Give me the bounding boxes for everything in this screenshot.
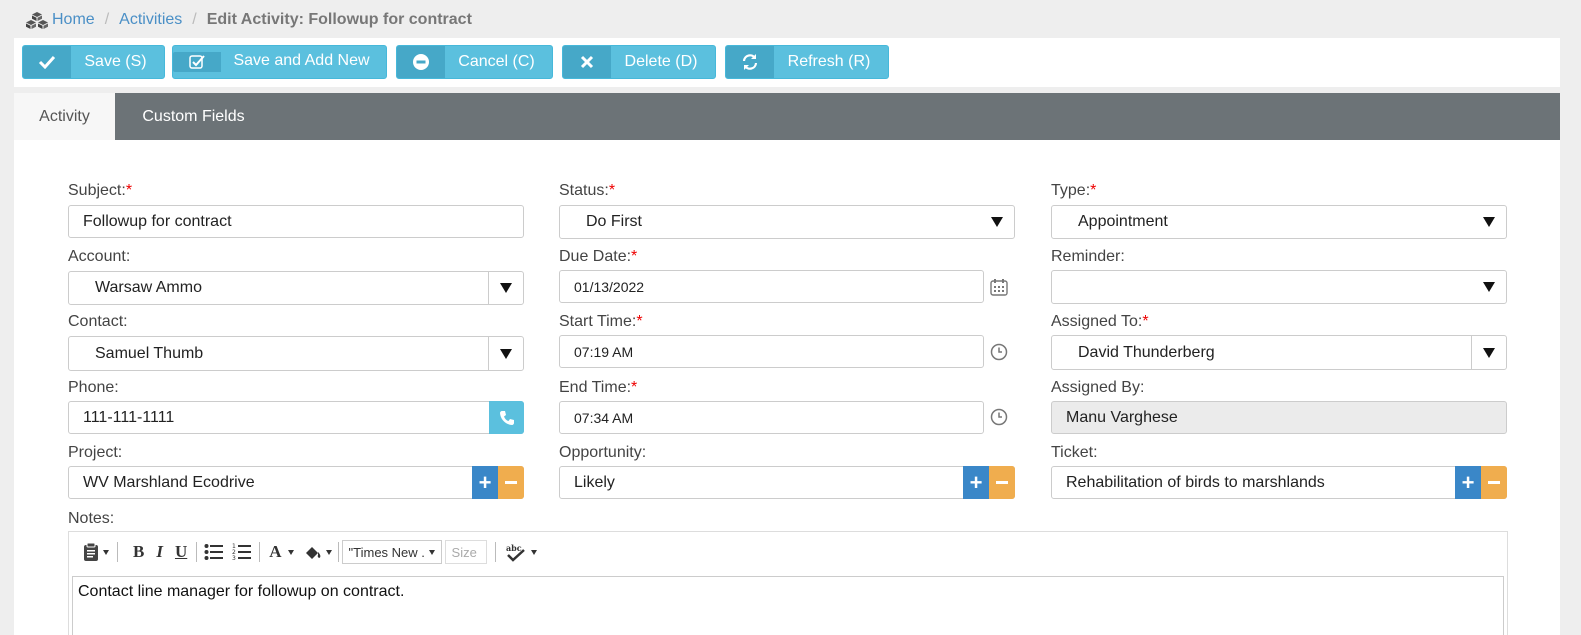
assigned-by-label: Assigned By:	[1051, 379, 1145, 396]
bullet-list-icon[interactable]	[204, 543, 224, 561]
contact-label: Contact:	[68, 313, 128, 330]
check-icon	[23, 46, 71, 78]
close-icon	[563, 46, 611, 78]
breadcrumb-separator: /	[192, 11, 197, 28]
chevron-down-icon[interactable]	[488, 272, 523, 304]
account-select[interactable]: Warsaw Ammo	[68, 271, 524, 305]
spellcheck-icon[interactable]: abc	[505, 542, 527, 562]
underline-button[interactable]: U	[175, 542, 187, 562]
breadcrumb: Home / Activities / Edit Activity: Follo…	[26, 8, 472, 32]
minus-circle-icon	[397, 46, 445, 78]
bold-button[interactable]: B	[133, 542, 144, 562]
clock-icon[interactable]	[990, 343, 1008, 361]
chevron-down-icon[interactable]	[287, 549, 294, 555]
numbered-list-icon[interactable]: 1 2 3	[232, 542, 252, 562]
chevron-down-icon[interactable]	[980, 206, 1014, 238]
account-label: Account:	[68, 248, 131, 265]
tab-custom-fields[interactable]: Custom Fields	[115, 93, 272, 140]
start-time-label: Start Time:*	[559, 313, 643, 330]
type-label: Type:*	[1051, 182, 1097, 199]
end-time-input[interactable]: 07:34 AM	[559, 401, 984, 434]
add-project-button[interactable]: +	[472, 466, 498, 499]
tab-bar: Activity Custom Fields	[14, 93, 1560, 140]
svg-text:3: 3	[232, 555, 236, 562]
due-date-label: Due Date:*	[559, 248, 638, 265]
project-label: Project:	[68, 444, 123, 461]
add-opportunity-button[interactable]: +	[963, 466, 989, 499]
refresh-icon	[726, 46, 774, 78]
tab-activity[interactable]: Activity	[14, 93, 115, 140]
breadcrumb-activities-link[interactable]: Activities	[119, 11, 182, 29]
chevron-down-icon[interactable]	[1471, 336, 1506, 369]
due-date-input[interactable]: 01/13/2022	[559, 270, 984, 303]
chevron-down-icon[interactable]	[325, 549, 332, 555]
breadcrumb-separator: /	[104, 11, 110, 28]
chevron-down-icon[interactable]	[1472, 206, 1506, 238]
calendar-icon[interactable]	[990, 278, 1008, 296]
notes-label: Notes:	[68, 510, 115, 527]
reminder-select[interactable]	[1051, 270, 1507, 304]
checkbox-check-icon	[173, 52, 221, 72]
action-toolbar: Save (S) Save and Add New Cancel (C) Del…	[14, 38, 1560, 87]
opportunity-label: Opportunity:	[559, 444, 647, 461]
subject-input[interactable]: Followup for contract	[68, 205, 524, 238]
ticket-label: Ticket:	[1051, 444, 1098, 461]
highlight-icon[interactable]	[304, 544, 322, 560]
subject-label: Subject:*	[68, 182, 133, 199]
page-title: Edit Activity: Followup for contract	[206, 11, 472, 28]
breadcrumb-home-link[interactable]: Home	[52, 11, 95, 29]
italic-button[interactable]: I	[156, 542, 163, 562]
reminder-label: Reminder:	[1051, 248, 1125, 265]
clipboard-icon[interactable]	[83, 542, 99, 562]
opportunity-input[interactable]: Likely +	[559, 466, 1015, 499]
add-ticket-button[interactable]: +	[1455, 466, 1481, 499]
cubes-icon	[26, 12, 48, 29]
assigned-to-select[interactable]: David Thunderberg	[1051, 335, 1507, 370]
font-color-button[interactable]: A	[269, 542, 281, 562]
notes-editor: B I U 1 2 3 A "Times New ... Size abc Co…	[68, 531, 1508, 635]
save-and-add-new-button[interactable]: Save and Add New	[172, 45, 387, 79]
phone-call-button[interactable]	[489, 401, 524, 434]
font-name-select[interactable]: "Times New ...	[341, 540, 442, 564]
end-time-label: End Time:*	[559, 379, 638, 396]
project-input[interactable]: WV Marshland Ecodrive +	[68, 466, 524, 499]
remove-ticket-button[interactable]	[1481, 466, 1507, 499]
editor-toolbar: B I U 1 2 3 A "Times New ... Size abc	[69, 532, 1507, 572]
cancel-button[interactable]: Cancel (C)	[396, 45, 553, 79]
contact-select[interactable]: Samuel Thumb	[68, 336, 524, 371]
remove-project-button[interactable]	[498, 466, 524, 499]
chevron-down-icon[interactable]	[103, 549, 109, 555]
remove-opportunity-button[interactable]	[989, 466, 1015, 499]
refresh-button[interactable]: Refresh (R)	[725, 45, 889, 79]
start-time-input[interactable]: 07:19 AM	[559, 335, 984, 368]
phone-label: Phone:	[68, 379, 119, 396]
phone-input[interactable]: 111-111-1111	[68, 401, 524, 434]
chevron-down-icon[interactable]	[530, 549, 537, 555]
phone-icon	[499, 410, 514, 425]
status-select[interactable]: Do First	[559, 205, 1015, 239]
ticket-input[interactable]: Rehabilitation of birds to marshlands +	[1051, 466, 1507, 499]
font-size-select[interactable]: Size	[444, 540, 487, 564]
svg-text:abc: abc	[506, 543, 522, 553]
status-label: Status:*	[559, 182, 616, 199]
type-select[interactable]: Appointment	[1051, 205, 1507, 239]
assigned-by-field: Manu Varghese	[1051, 401, 1507, 434]
chevron-down-icon[interactable]	[1472, 271, 1506, 303]
assigned-to-label: Assigned To:*	[1051, 313, 1149, 330]
notes-textarea[interactable]: Contact line manager for followup on con…	[72, 576, 1504, 635]
delete-button[interactable]: Delete (D)	[562, 45, 716, 79]
clock-icon[interactable]	[990, 408, 1008, 426]
chevron-down-icon[interactable]	[488, 337, 523, 370]
save-button[interactable]: Save (S)	[22, 45, 165, 79]
